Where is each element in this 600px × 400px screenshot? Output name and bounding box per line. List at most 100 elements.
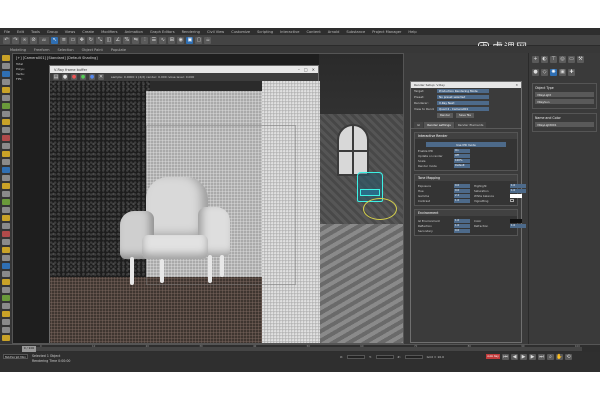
menu-item-create[interactable]: Create <box>82 30 94 34</box>
tool-icon[interactable] <box>2 63 10 69</box>
play-icon[interactable]: ▶ <box>520 354 527 360</box>
tool-icon[interactable] <box>2 79 10 85</box>
value-spinner[interactable]: 1.0 <box>510 223 526 228</box>
render-button[interactable]: Render <box>437 112 453 118</box>
select-object-icon[interactable]: ↖ <box>51 36 59 44</box>
menu-item-help[interactable]: Help <box>408 30 416 34</box>
maximize-icon[interactable]: □ <box>304 67 308 72</box>
value-spinner[interactable]: On <box>454 148 470 153</box>
menu-item-scripting[interactable]: Scripting <box>257 30 273 34</box>
orbit-icon[interactable]: ⟲ <box>565 354 572 360</box>
pan-icon[interactable]: ✋ <box>556 354 563 360</box>
tool-icon[interactable] <box>2 191 10 197</box>
geometry-icon[interactable]: ● <box>532 69 539 76</box>
command-button[interactable]: VRaySun <box>535 99 594 104</box>
tool-icon[interactable] <box>2 255 10 261</box>
menu-item-project-manager[interactable]: Project Manager <box>372 30 401 34</box>
menu-item-interactive[interactable]: Interactive <box>280 30 299 34</box>
menu-item-animation[interactable]: Animation <box>125 30 143 34</box>
prev-frame-icon[interactable]: ◀ <box>511 354 518 360</box>
timeline[interactable]: 0 10 20 30 40 50 60 70 80 90 100 0 / 100 <box>0 344 600 352</box>
value-spinner[interactable]: 0.0 <box>454 188 470 193</box>
color-swatch[interactable] <box>510 193 522 198</box>
tool-icon[interactable] <box>2 215 10 221</box>
ribbon-tab[interactable]: Object Paint <box>82 48 103 52</box>
cameras-icon[interactable]: ▣ <box>559 69 566 76</box>
ribbon-tab[interactable]: Freeform <box>34 48 50 52</box>
tool-icon[interactable] <box>2 239 10 245</box>
close-icon[interactable]: ✕ <box>312 67 315 72</box>
tool-icon[interactable] <box>2 327 10 333</box>
tool-icon[interactable] <box>2 311 10 317</box>
tool-icon[interactable] <box>2 303 10 309</box>
color-swatch[interactable] <box>510 218 522 223</box>
schematic-icon[interactable]: ⊞ <box>168 36 176 44</box>
tool-icon[interactable] <box>2 87 10 93</box>
setting-dropdown[interactable]: Quad 4 - Camera001 <box>437 106 489 112</box>
tool-icon[interactable] <box>2 111 10 117</box>
maxscript-listener[interactable]: MAXScript Mini <box>3 354 28 359</box>
go-to-start-icon[interactable]: ⏮ <box>502 354 509 360</box>
value-spinner[interactable]: 1.0 <box>510 183 526 188</box>
zoom-icon[interactable]: ⌕ <box>547 354 554 360</box>
group-header[interactable]: Object Type <box>535 86 594 90</box>
close-icon[interactable]: ✕ <box>515 83 518 87</box>
render-icon[interactable]: ☕ <box>204 36 212 44</box>
tool-icon[interactable] <box>2 263 10 269</box>
layer-icon[interactable]: ☰ <box>150 36 158 44</box>
tool-icon[interactable] <box>2 119 10 125</box>
redo-icon[interactable]: ↷ <box>12 36 19 44</box>
minimize-icon[interactable]: – <box>298 67 300 72</box>
tool-icon[interactable] <box>2 207 10 213</box>
render-frame-icon[interactable]: ▢ <box>195 36 203 44</box>
value-spinner[interactable]: Off <box>454 153 470 158</box>
tool-icon[interactable] <box>2 231 10 237</box>
tool-icon[interactable] <box>2 319 10 325</box>
value-spinner[interactable]: 100% <box>454 158 470 163</box>
utilities-tab-icon[interactable]: ⚒ <box>577 56 584 63</box>
menu-item-civil-view[interactable]: Civil View <box>207 30 224 34</box>
tool-icon[interactable] <box>2 175 10 181</box>
tool-icon[interactable] <box>2 71 10 77</box>
checkbox[interactable] <box>510 198 514 203</box>
mirror-icon[interactable]: ⇋ <box>132 36 140 44</box>
tab-gi[interactable]: GI <box>414 122 424 128</box>
tool-icon[interactable] <box>2 295 10 301</box>
transform-gizmo[interactable] <box>363 198 397 220</box>
menu-item-arnold[interactable]: Arnold <box>328 30 340 34</box>
tool-icon[interactable] <box>2 55 10 61</box>
material-editor-icon[interactable]: ◉ <box>177 36 185 44</box>
vfb-titlebar[interactable]: V-Ray frame buffer – □ ✕ <box>50 66 318 73</box>
ribbon-tab[interactable]: Populate <box>111 48 126 52</box>
save-image-icon[interactable]: ▤ <box>53 74 59 80</box>
next-frame-icon[interactable]: ▶ <box>529 354 536 360</box>
tool-icon[interactable] <box>2 167 10 173</box>
value-spinner[interactable]: 1.0 <box>510 188 526 193</box>
viewport-label[interactable]: [+] [Camera001] [Standard] [Default Shad… <box>16 56 98 60</box>
save-file-button[interactable]: Save file <box>455 112 474 118</box>
blue-channel-icon[interactable]: ● <box>89 74 95 80</box>
display-tab-icon[interactable]: ▭ <box>568 56 575 63</box>
value-spinner[interactable]: 0.0 <box>454 183 470 188</box>
motion-tab-icon[interactable]: ◎ <box>559 56 566 63</box>
angle-snap-icon[interactable]: ∠ <box>114 36 122 44</box>
menu-item-customize[interactable]: Customize <box>231 30 250 34</box>
tool-icon[interactable] <box>2 279 10 285</box>
selection-filter-dropdown[interactable]: All <box>39 36 50 44</box>
setting-dropdown[interactable]: No preset selected <box>437 94 489 100</box>
tool-icon[interactable] <box>2 287 10 293</box>
link-icon[interactable]: ∞ <box>21 36 28 44</box>
value-spinner[interactable]: 1.0 <box>454 198 470 203</box>
green-channel-icon[interactable]: ● <box>80 74 86 80</box>
red-channel-icon[interactable]: ● <box>71 74 77 80</box>
y-field[interactable] <box>375 355 394 359</box>
tool-icon[interactable] <box>2 223 10 229</box>
menu-item-file[interactable]: File <box>4 30 10 34</box>
viewport-camera[interactable]: [+] [Camera001] [Standard] [Default Shad… <box>12 53 404 344</box>
rgb-channel-icon[interactable]: ● <box>62 74 68 80</box>
command-button[interactable]: VRayLight001 <box>535 122 594 127</box>
tool-icon[interactable] <box>2 335 10 341</box>
percent-snap-icon[interactable]: % <box>123 36 131 44</box>
ribbon-tab[interactable]: Modeling <box>10 48 26 52</box>
menu-item-rendering[interactable]: Rendering <box>182 30 200 34</box>
